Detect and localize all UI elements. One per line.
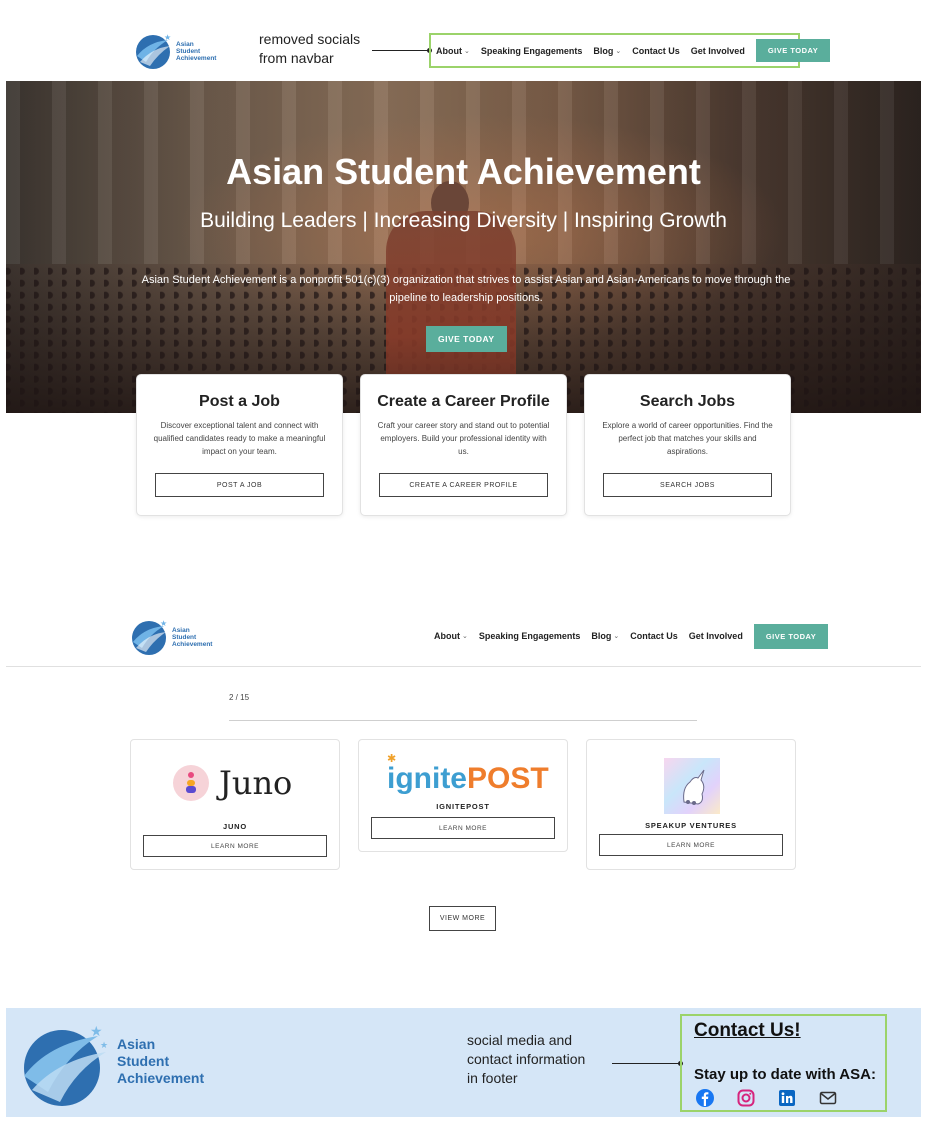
- card-title: Search Jobs: [639, 393, 736, 410]
- instagram-icon[interactable]: [737, 1089, 755, 1107]
- chevron-down-icon: ⌄: [462, 633, 468, 640]
- nav-speaking[interactable]: Speaking Engagements: [481, 46, 583, 56]
- footer-logo-icon: ★ ★: [24, 1023, 108, 1106]
- partner-card-speakup: SPEAKUP VENTURES LEARN MORE: [586, 739, 796, 870]
- hero-subtitle: Building Leaders | Increasing Diversity …: [200, 209, 727, 232]
- pager-divider: [229, 720, 697, 721]
- card-title: Post a Job: [199, 393, 280, 410]
- partner-card-ignitepost: ✱ ignitePOST IGNITEPOST LEARN MORE: [358, 739, 568, 852]
- brand-logo[interactable]: ★ Asian Student Achievement: [134, 32, 216, 70]
- hero-give-today-button[interactable]: GIVE TODAY: [426, 326, 507, 352]
- nav-involved[interactable]: Get Involved: [689, 631, 743, 641]
- brand-logo-2[interactable]: ★ Asian Student Achievement: [130, 618, 212, 656]
- nav-about[interactable]: About ⌄: [434, 631, 468, 641]
- speakup-logo: [664, 758, 720, 814]
- chevron-down-icon: ⌄: [615, 47, 622, 55]
- partner-name: IGNITEPOST: [436, 802, 490, 811]
- brand-swoosh-icon: ★: [136, 33, 171, 69]
- card-career-profile: Create a Career Profile Craft your caree…: [360, 374, 567, 516]
- nav-contact[interactable]: Contact Us: [632, 46, 680, 56]
- svg-text:★: ★: [164, 33, 171, 42]
- social-links: [696, 1089, 860, 1107]
- footer-brand-text: Asian Student Achievement: [117, 1036, 205, 1086]
- nav-involved[interactable]: Get Involved: [691, 46, 745, 56]
- facebook-icon[interactable]: [696, 1089, 714, 1107]
- brand-text: Asian Student Achievement: [176, 40, 217, 62]
- nav-blog[interactable]: Blog ⌄: [593, 46, 621, 56]
- card-post-job: Post a Job Discover exceptional talent a…: [136, 374, 343, 516]
- chevron-down-icon: ⌄: [613, 633, 620, 640]
- partner-name: SPEAKUP VENTURES: [645, 821, 737, 830]
- card-text: Explore a world of career opportunities.…: [602, 421, 773, 456]
- pager-count: 2 / 15: [229, 693, 250, 702]
- nav-contact[interactable]: Contact Us: [630, 631, 678, 641]
- chevron-down-icon: ⌄: [464, 47, 470, 55]
- stay-updated-text: Stay up to date with ASA:: [694, 1066, 876, 1083]
- ignitepost-logo: ✱ ignitePOST: [387, 753, 549, 795]
- mail-icon[interactable]: [819, 1089, 837, 1107]
- svg-text:★: ★: [90, 1023, 103, 1039]
- brand-swoosh-icon: ★: [132, 619, 167, 655]
- svg-text:★: ★: [160, 619, 167, 628]
- create-profile-button[interactable]: CREATE A CAREER PROFILE: [379, 473, 548, 497]
- card-search-jobs: Search Jobs Explore a world of career op…: [584, 374, 791, 516]
- svg-text:★: ★: [100, 1040, 108, 1050]
- card-text: Craft your career story and stand out to…: [377, 421, 550, 456]
- card-title: Create a Career Profile: [377, 393, 550, 410]
- contact-section: Contact Us! Stay up to date with ASA:: [680, 1014, 887, 1112]
- main-nav-2: About ⌄ Speaking Engagements Blog ⌄ Contac…: [434, 623, 829, 649]
- card-text: Discover exceptional talent and connect …: [153, 421, 326, 456]
- juno-mark-icon: [173, 765, 209, 801]
- nav-about[interactable]: About ⌄: [436, 46, 470, 56]
- view-more-button[interactable]: VIEW MORE: [429, 906, 496, 931]
- learn-more-button[interactable]: LEARN MORE: [599, 834, 783, 856]
- main-nav: About ⌄ Speaking Engagements Blog ⌄ Contac…: [436, 39, 831, 62]
- nav-blog[interactable]: Blog ⌄: [591, 631, 619, 641]
- annotation-navbar: removed socials from navbar: [259, 31, 361, 66]
- nav-speaking[interactable]: Speaking Engagements: [479, 631, 581, 641]
- brand-text: Asian Student Achievement: [172, 626, 213, 648]
- search-jobs-button[interactable]: SEARCH JOBS: [603, 473, 772, 497]
- give-today-button[interactable]: GIVE TODAY: [755, 39, 831, 62]
- header-divider: [6, 666, 921, 667]
- annotation-footer-line: [612, 1063, 680, 1064]
- give-today-button[interactable]: GIVE TODAY: [753, 623, 829, 649]
- hero-description: Asian Student Achievement is a nonprofit…: [141, 274, 791, 304]
- learn-more-button[interactable]: LEARN MORE: [371, 817, 555, 839]
- learn-more-button[interactable]: LEARN MORE: [143, 835, 327, 857]
- contact-title[interactable]: Contact Us!: [694, 1020, 801, 1042]
- hero-banner: Asian Student Achievement Building Leade…: [6, 81, 921, 413]
- annotation-footer: social media and contact information in fo…: [467, 1032, 586, 1086]
- post-job-button[interactable]: POST A JOB: [155, 473, 324, 497]
- hero-title: Asian Student Achievement: [226, 151, 701, 192]
- annotation-navbar-line: [372, 50, 429, 51]
- partner-card-juno: Juno JUNO LEARN MORE: [130, 739, 340, 870]
- juno-wordmark: Juno: [219, 764, 293, 802]
- unicorn-icon: [683, 769, 705, 805]
- linkedin-icon[interactable]: [778, 1089, 796, 1107]
- juno-logo: Juno: [173, 764, 292, 802]
- spark-icon: ✱: [387, 753, 397, 765]
- partner-name: JUNO: [222, 822, 248, 831]
